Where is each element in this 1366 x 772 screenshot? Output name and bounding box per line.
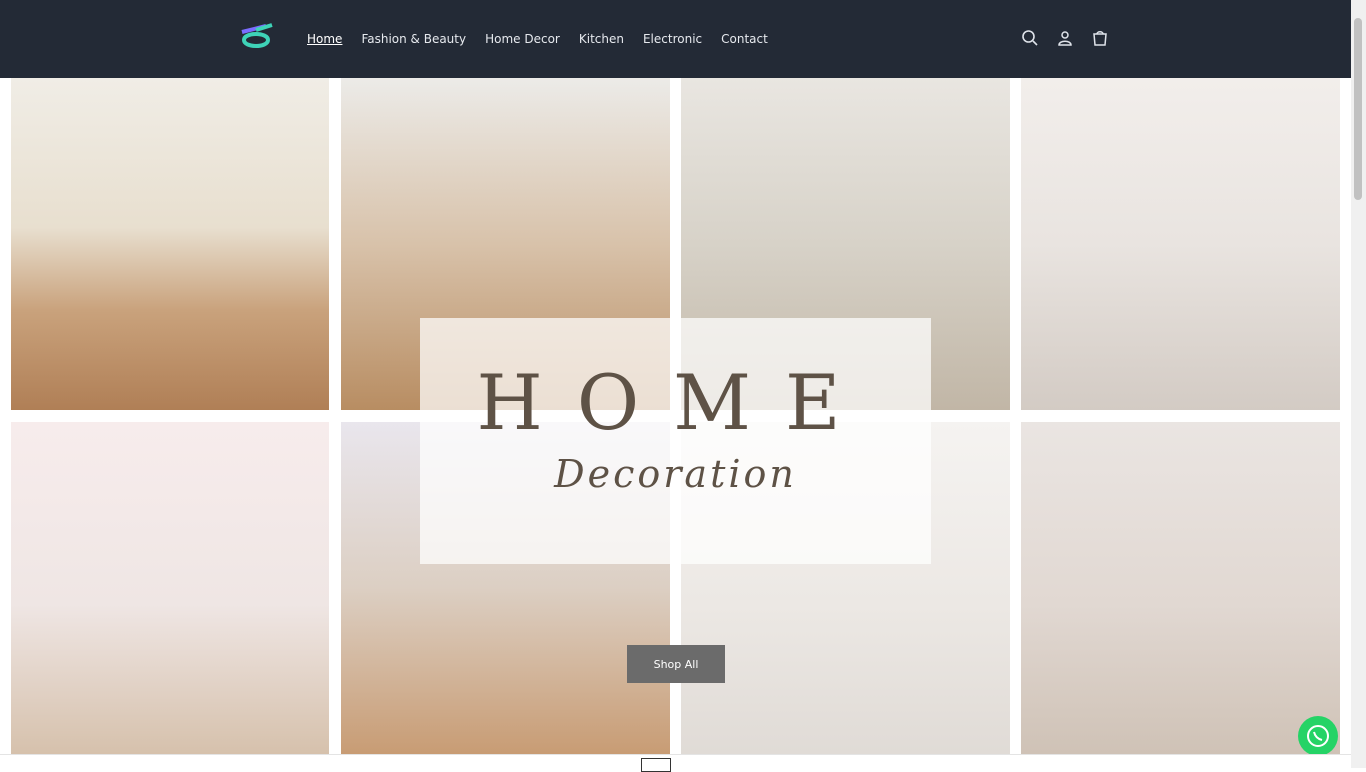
bottom-bar — [0, 754, 1351, 769]
nav-kitchen[interactable]: Kitchen — [579, 31, 624, 47]
main-nav: Home Fashion & Beauty Home Decor Kitchen… — [307, 31, 787, 47]
whatsapp-icon[interactable] — [1298, 716, 1338, 756]
hero-image-tile — [11, 78, 329, 410]
nav-electronic[interactable]: Electronic — [643, 31, 702, 47]
hero-subtitle: Decoration — [554, 452, 797, 496]
header-icons — [1020, 28, 1110, 48]
hero-image-tile — [1021, 78, 1340, 410]
account-icon[interactable] — [1055, 28, 1075, 48]
hero-title: HOME — [476, 358, 875, 447]
nav-home[interactable]: Home — [307, 31, 342, 47]
hero-section: HOME Decoration Shop All — [0, 78, 1351, 754]
scrollbar-thumb[interactable] — [1354, 18, 1362, 200]
nav-contact[interactable]: Contact — [721, 31, 768, 47]
search-icon[interactable] — [1020, 28, 1040, 48]
brand-logo[interactable] — [236, 22, 276, 56]
shop-all-button[interactable]: Shop All — [627, 645, 725, 683]
nav-home-decor[interactable]: Home Decor — [485, 31, 560, 47]
slider-indicator[interactable] — [641, 758, 671, 772]
cart-icon[interactable] — [1090, 28, 1110, 48]
site-header: Home Fashion & Beauty Home Decor Kitchen… — [0, 0, 1351, 78]
nav-fashion-beauty[interactable]: Fashion & Beauty — [361, 31, 466, 47]
